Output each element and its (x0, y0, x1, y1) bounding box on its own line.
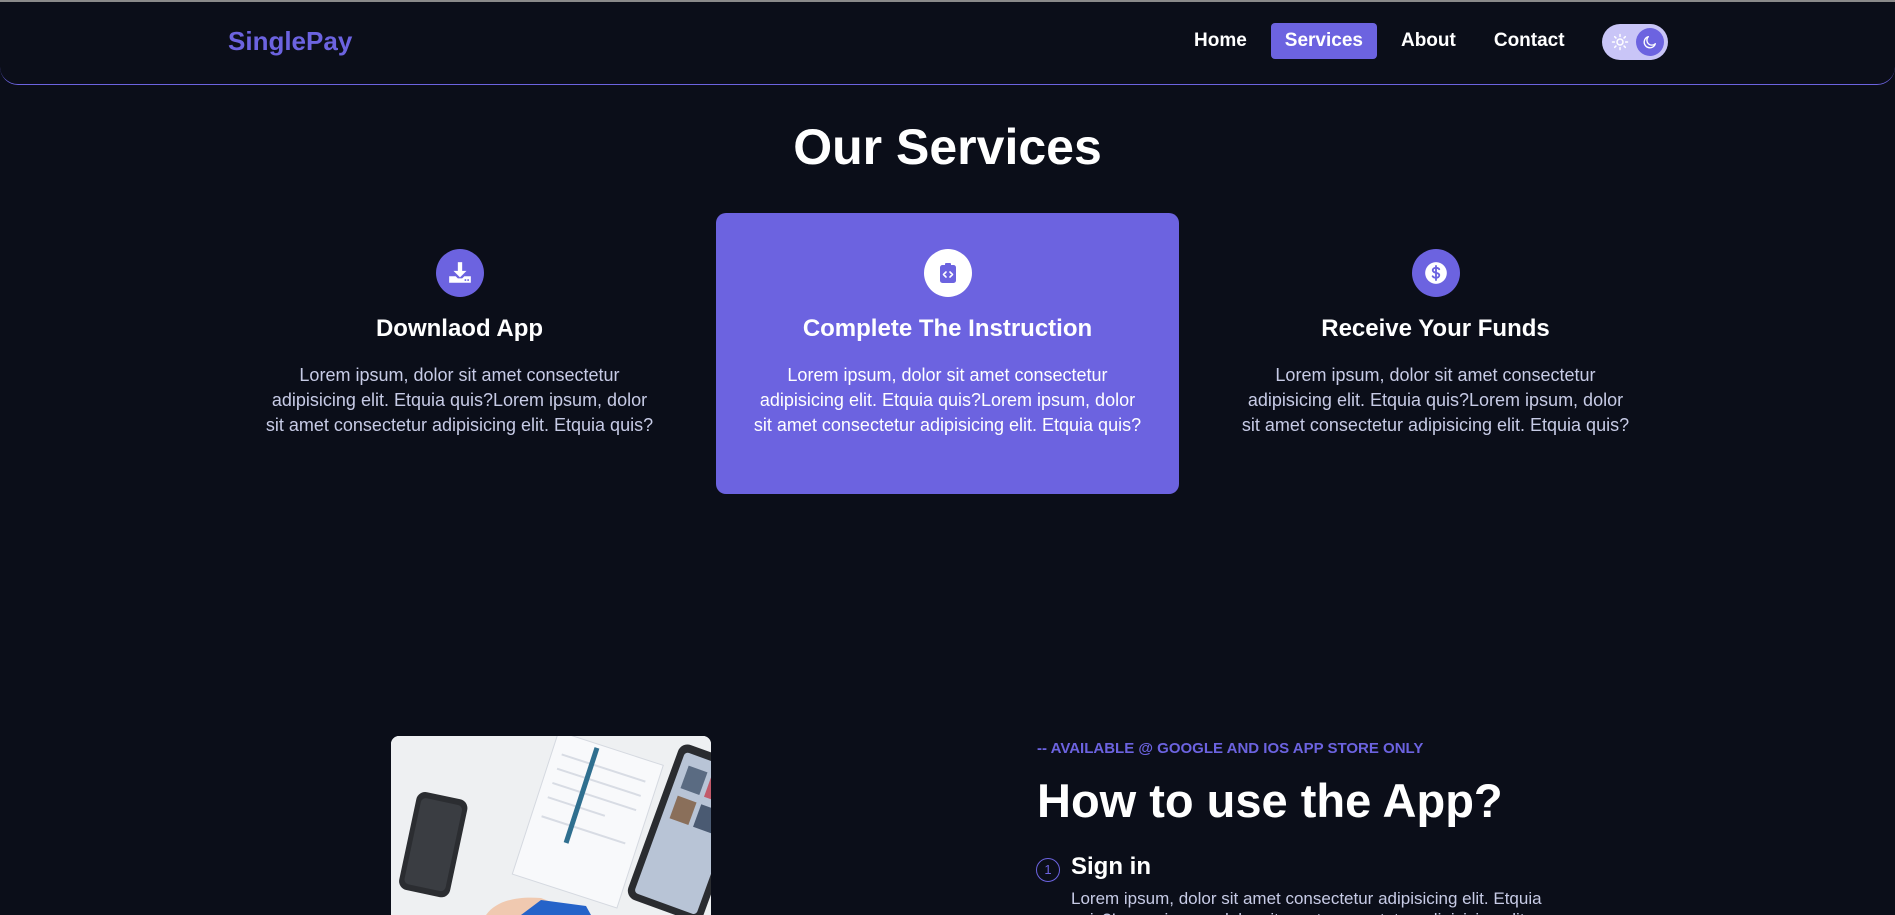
how-to-title: How to use the App? (1037, 774, 1503, 827)
app-usage-photo (391, 736, 711, 915)
services-title: Our Services (793, 119, 1102, 175)
step-text: Lorem ipsum, dolor sit amet consectetur … (1071, 889, 1542, 915)
service-card-title: Downlaod App (375, 315, 544, 342)
brand-logo[interactable]: SinglePay (228, 26, 352, 57)
service-card-title: Complete The Instruction (802, 315, 1093, 342)
nav-link-about[interactable]: About (1387, 23, 1470, 59)
navbar: SinglePay Home Services About Contact (0, 2, 1895, 85)
service-card-text: Lorem ipsum, dolor sit amet consectetur … (753, 365, 1142, 435)
step-title: Sign in (1071, 853, 1151, 880)
nav-link-home[interactable]: Home (1180, 23, 1261, 59)
service-card-funds[interactable]: Receive Your Funds Lorem ipsum, dolor si… (1204, 213, 1667, 494)
service-card-download[interactable]: Downlaod App Lorem ipsum, dolor sit amet… (228, 213, 691, 494)
code-icon (923, 249, 972, 297)
sun-icon[interactable] (1606, 28, 1634, 56)
theme-toggle[interactable] (1602, 24, 1668, 60)
nav-link-contact[interactable]: Contact (1480, 23, 1579, 59)
service-card-text: Lorem ipsum, dolor sit amet consectetur … (1241, 365, 1630, 435)
service-card-title: Receive Your Funds (1321, 315, 1550, 342)
step-number-badge: 1 (1036, 858, 1060, 882)
nav-link-services[interactable]: Services (1270, 23, 1377, 59)
service-card-instruction[interactable]: Complete The Instruction Lorem ipsum, do… (716, 213, 1179, 494)
nav-links: Home Services About Contact (1180, 23, 1579, 59)
moon-icon[interactable] (1636, 28, 1664, 56)
service-card-text: Lorem ipsum, dolor sit amet consectetur … (265, 365, 654, 435)
download-icon (435, 249, 484, 297)
app-store-kicker: -- AVAILABLE @ GOOGLE AND IOS APP STORE … (1037, 740, 1424, 757)
dollar-icon (1411, 249, 1460, 297)
